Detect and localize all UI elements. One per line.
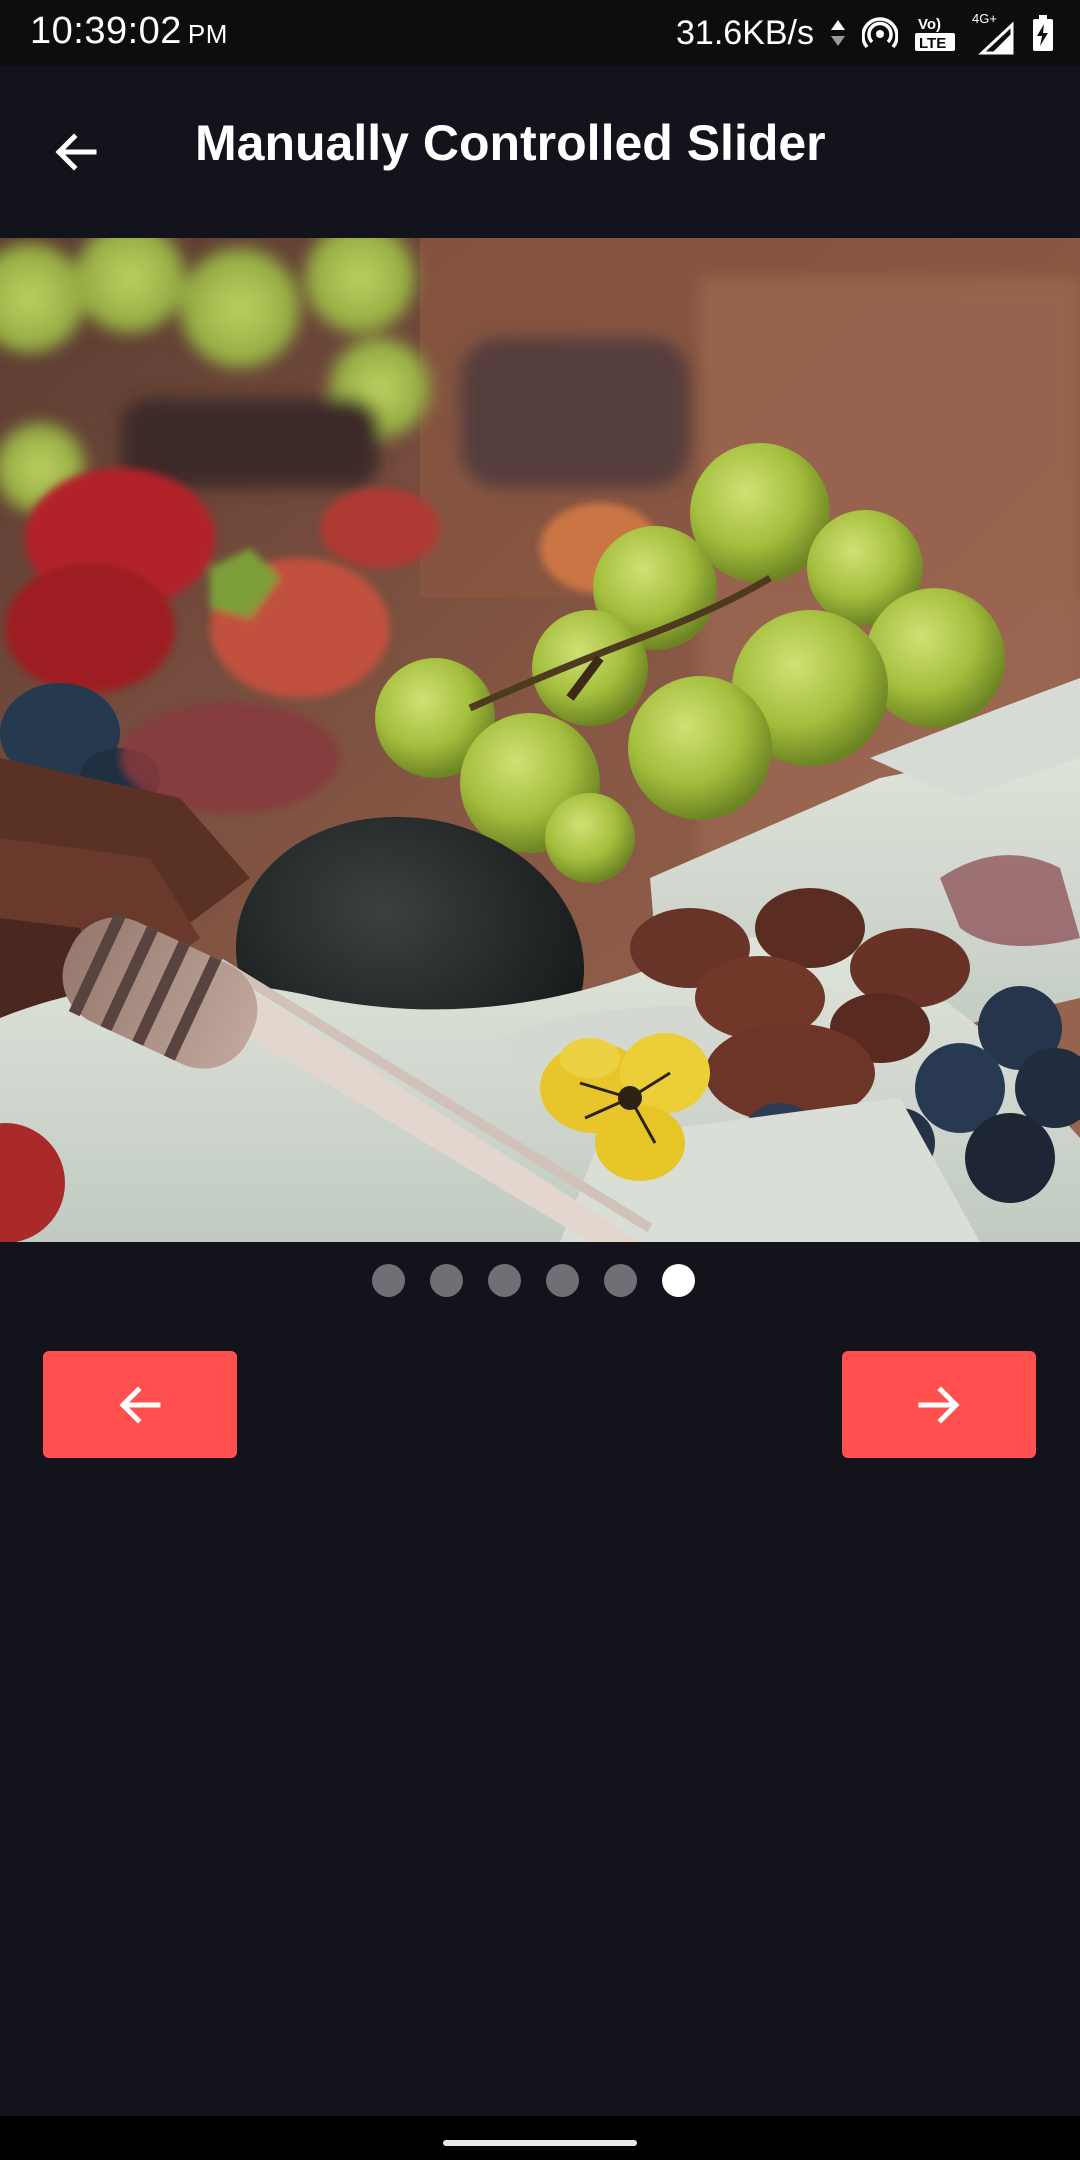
status-bar: 10:39:02 PM 31.6KB/s Vo) LTE 4G+ xyxy=(0,0,1080,66)
slider-dot-3[interactable] xyxy=(488,1264,521,1297)
status-time-ampm: PM xyxy=(187,19,228,49)
hotspot-icon xyxy=(862,16,898,50)
navigation-gesture-bar xyxy=(0,2116,1080,2160)
slider-dot-6-active[interactable] xyxy=(662,1264,695,1297)
arrow-right-icon xyxy=(918,1385,960,1424)
slider-dot-5[interactable] xyxy=(604,1264,637,1297)
network-speed: 31.6KB/s xyxy=(676,13,814,52)
arrow-left-icon xyxy=(119,1385,161,1424)
network-type-label: 4G+ xyxy=(972,11,997,26)
back-button[interactable] xyxy=(36,112,116,192)
status-icons: 31.6KB/s Vo) LTE 4G+ xyxy=(676,8,1054,58)
next-slide-button[interactable] xyxy=(842,1351,1036,1458)
slider-indicator xyxy=(0,1264,1080,1298)
status-time-value: 10:39:02 xyxy=(30,10,182,52)
status-time: 10:39:02 PM xyxy=(30,10,228,53)
volte-label-bottom: LTE xyxy=(919,35,946,52)
screen: 10:39:02 PM 31.6KB/s Vo) LTE 4G+ Manuall… xyxy=(0,0,1080,2160)
home-gesture-handle[interactable] xyxy=(443,2140,637,2146)
signal-4g-icon: 4G+ xyxy=(972,11,1016,55)
volte-icon: Vo) LTE xyxy=(914,14,956,52)
arrow-left-icon xyxy=(55,133,97,171)
slider-dot-1[interactable] xyxy=(372,1264,405,1297)
food-platter-image xyxy=(0,238,1080,1242)
volte-label-top: Vo) xyxy=(918,16,941,33)
battery-charging-icon xyxy=(1032,14,1054,52)
page-title: Manually Controlled Slider xyxy=(195,115,826,171)
slider-dot-4[interactable] xyxy=(546,1264,579,1297)
slider-dot-2[interactable] xyxy=(430,1264,463,1297)
app-bar: Manually Controlled Slider xyxy=(0,66,1080,238)
image-slider[interactable] xyxy=(0,238,1080,1242)
previous-slide-button[interactable] xyxy=(43,1351,237,1458)
data-arrows-icon xyxy=(830,18,846,48)
